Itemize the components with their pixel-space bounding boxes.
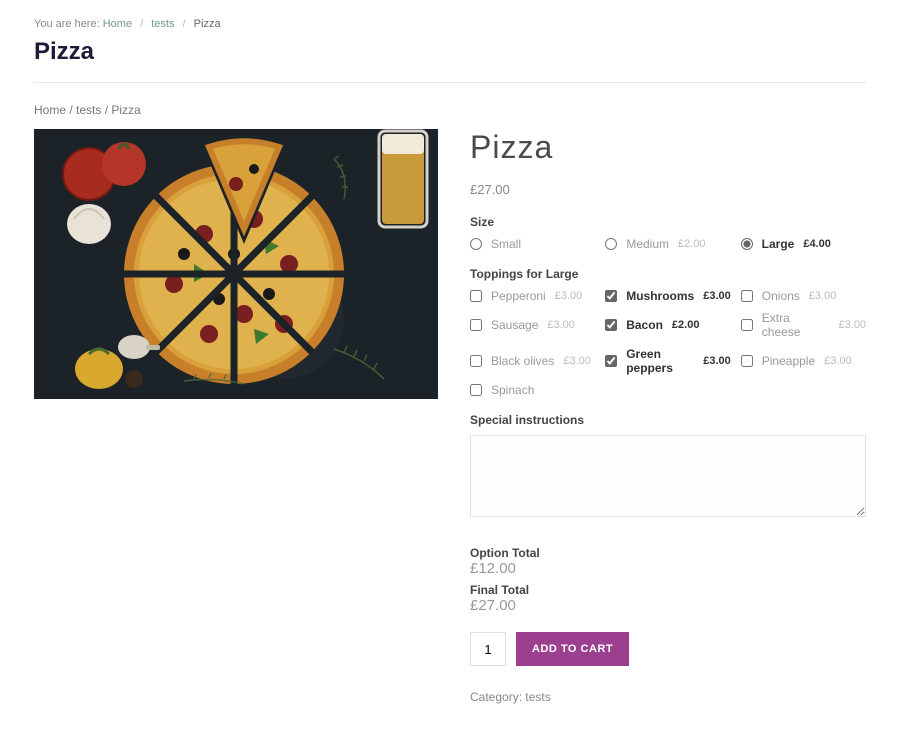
- topping-option-mushrooms[interactable]: Mushrooms £3.00: [605, 289, 731, 303]
- size-radio[interactable]: [470, 238, 482, 250]
- topping-option-bacon[interactable]: Bacon £2.00: [605, 311, 731, 339]
- breadcrumb-sep: /: [183, 18, 186, 30]
- size-option-small[interactable]: Small: [470, 237, 595, 251]
- size-name: Small: [491, 237, 521, 251]
- topping-price: £3.00: [563, 355, 591, 367]
- topping-name: Sausage: [491, 318, 538, 332]
- topping-options: Pepperoni£3.00Mushrooms£3.00Onions£3.00S…: [470, 289, 866, 397]
- size-price: £2.00: [678, 238, 706, 250]
- option-total-label: Option Total: [470, 546, 866, 560]
- topping-option-spinach[interactable]: Spinach: [470, 383, 595, 397]
- topping-name: Pineapple: [762, 354, 815, 368]
- final-total-label: Final Total: [470, 583, 866, 597]
- topping-name: Green peppers: [626, 347, 694, 375]
- size-radio[interactable]: [605, 238, 617, 250]
- topping-name: Extra cheese: [762, 311, 830, 339]
- quantity-input[interactable]: [470, 632, 506, 666]
- topping-price: £3.00: [547, 319, 575, 331]
- size-option-medium[interactable]: Medium £2.00: [605, 237, 730, 251]
- instructions-label: Special instructions: [470, 413, 866, 427]
- topping-option-pineapple[interactable]: Pineapple £3.00: [741, 347, 866, 375]
- topping-checkbox[interactable]: [470, 355, 482, 367]
- topping-name: Bacon: [626, 318, 663, 332]
- topping-checkbox[interactable]: [741, 319, 753, 331]
- size-price: £4.00: [803, 238, 831, 250]
- topping-name: Pepperoni: [491, 289, 546, 303]
- divider: [34, 82, 866, 83]
- topping-checkbox[interactable]: [605, 355, 617, 367]
- topping-checkbox[interactable]: [470, 319, 482, 331]
- product-title: Pizza: [470, 129, 866, 166]
- product-image[interactable]: [34, 129, 438, 399]
- topping-name: Mushrooms: [626, 289, 694, 303]
- breadcrumb-home-link[interactable]: Home: [103, 18, 132, 30]
- toppings-label: Toppings for Large: [470, 267, 866, 281]
- topping-option-onions[interactable]: Onions £3.00: [741, 289, 866, 303]
- size-option-large[interactable]: Large £4.00: [741, 237, 866, 251]
- size-label: Size: [470, 215, 866, 229]
- topping-name: Spinach: [491, 383, 534, 397]
- topping-option-green-peppers[interactable]: Green peppers £3.00: [605, 347, 731, 375]
- instructions-input[interactable]: [470, 435, 866, 517]
- breadcrumb-sep: /: [140, 18, 143, 30]
- final-total-value: £27.00: [470, 597, 866, 614]
- breadcrumb-shop: Home / tests / Pizza: [34, 103, 866, 117]
- topping-option-pepperoni[interactable]: Pepperoni £3.00: [470, 289, 595, 303]
- topping-price: £3.00: [555, 290, 583, 302]
- topping-price: £3.00: [838, 319, 866, 331]
- add-to-cart-button[interactable]: ADD TO CART: [516, 632, 629, 666]
- breadcrumb-prefix: You are here:: [34, 18, 100, 30]
- size-options: Small Medium £2.00 Large £4.00: [470, 237, 866, 251]
- category-link[interactable]: tests: [525, 690, 550, 704]
- product-price: £27.00: [470, 182, 866, 197]
- breadcrumb-current: Pizza: [194, 18, 221, 30]
- topping-price: £3.00: [703, 290, 731, 302]
- product-meta: Category: tests: [470, 690, 866, 704]
- size-radio[interactable]: [741, 238, 753, 250]
- topping-checkbox[interactable]: [470, 384, 482, 396]
- topping-name: Onions: [762, 289, 800, 303]
- category-label: Category:: [470, 690, 522, 704]
- size-name: Large: [762, 237, 795, 251]
- size-name: Medium: [626, 237, 669, 251]
- topping-price: £3.00: [824, 355, 852, 367]
- topping-checkbox[interactable]: [741, 355, 753, 367]
- topping-option-extra-cheese[interactable]: Extra cheese £3.00: [741, 311, 866, 339]
- topping-option-sausage[interactable]: Sausage £3.00: [470, 311, 595, 339]
- topping-checkbox[interactable]: [470, 290, 482, 302]
- topping-price: £3.00: [809, 290, 837, 302]
- topping-checkbox[interactable]: [605, 290, 617, 302]
- topping-price: £2.00: [672, 319, 700, 331]
- topping-checkbox[interactable]: [605, 319, 617, 331]
- page-title: Pizza: [34, 38, 866, 66]
- breadcrumb-tests-link[interactable]: tests: [151, 18, 174, 30]
- topping-checkbox[interactable]: [741, 290, 753, 302]
- topping-name: Black olives: [491, 354, 554, 368]
- topping-option-black-olives[interactable]: Black olives £3.00: [470, 347, 595, 375]
- topping-price: £3.00: [703, 355, 731, 367]
- breadcrumb-top: You are here: Home / tests / Pizza: [34, 18, 866, 30]
- option-total-value: £12.00: [470, 560, 866, 577]
